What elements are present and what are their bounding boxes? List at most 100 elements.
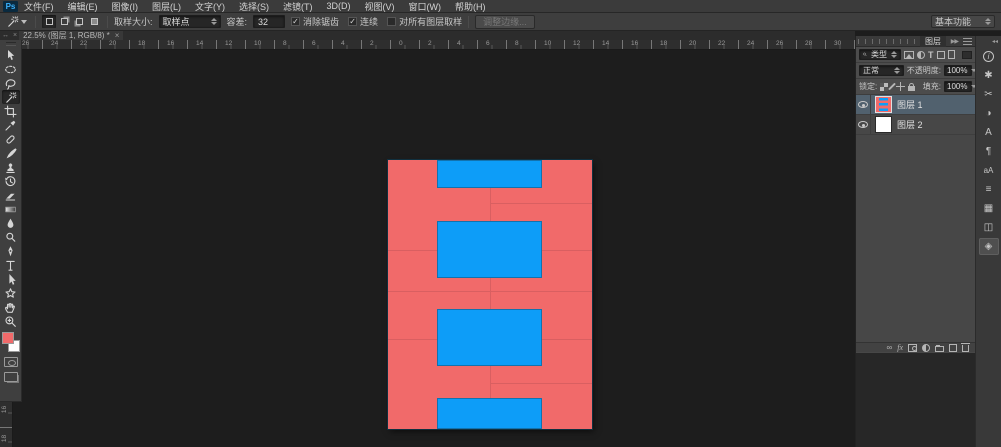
tolerance-input[interactable]: 32 xyxy=(253,15,286,28)
eye-icon[interactable] xyxy=(858,101,868,108)
gradient-tool[interactable] xyxy=(2,202,20,216)
clone-stamp-tool[interactable] xyxy=(2,160,20,174)
clone-source-panel-icon[interactable]: ▦ xyxy=(979,200,999,217)
menu-view[interactable]: 视图(V) xyxy=(365,0,395,13)
expand-panels-icon[interactable]: ◂◂ xyxy=(976,36,1001,46)
menu-layer[interactable]: 图层(L) xyxy=(152,0,181,13)
lock-transparency-icon[interactable] xyxy=(880,82,889,91)
document-tab[interactable]: 22.5% (图层 1, RGB/8) * × xyxy=(19,31,124,40)
tab-float-icon[interactable]: ↔ xyxy=(2,32,9,39)
lock-all-icon[interactable] xyxy=(908,82,916,91)
checkbox-contiguous[interactable]: ✓ 连续 xyxy=(348,15,378,28)
adjustment-layer-icon[interactable] xyxy=(922,343,930,352)
layer-row-2[interactable]: 图层 2 xyxy=(856,114,975,135)
pen-tool[interactable] xyxy=(2,244,20,258)
layers-list: 图层 1 图层 2 xyxy=(856,95,975,342)
type-filter-icon[interactable]: T xyxy=(928,50,934,60)
menu-filter[interactable]: 滤镜(T) xyxy=(283,0,313,13)
layer-group-icon[interactable] xyxy=(935,344,944,352)
menu-help[interactable]: 帮助(H) xyxy=(455,0,486,13)
layer-thumbnail[interactable] xyxy=(875,96,892,113)
crop-tool[interactable] xyxy=(2,104,20,118)
intersect-selection-button[interactable] xyxy=(87,15,101,28)
layers-panel-tab[interactable]: 图层 xyxy=(920,35,946,47)
blur-tool[interactable] xyxy=(2,216,20,230)
fill-input[interactable]: 100% xyxy=(944,81,978,92)
lasso-tool[interactable] xyxy=(2,76,20,90)
visibility-cell[interactable] xyxy=(856,95,871,115)
new-selection-button[interactable] xyxy=(42,15,56,28)
horizontal-ruler[interactable]: 26 24 22 20 18 16 14 12 10 8 6 4 2 0 2 4 6 8 10 12 14 16 18 20 2… xyxy=(13,40,855,50)
eraser-tool[interactable] xyxy=(2,188,20,202)
workspace-switcher[interactable]: 基本功能 xyxy=(931,15,995,28)
marquee-tool[interactable] xyxy=(2,62,20,76)
menu-type[interactable]: 文字(Y) xyxy=(195,0,225,13)
screen-mode-button[interactable] xyxy=(3,372,18,382)
link-layers-icon[interactable]: ∞ xyxy=(887,343,893,352)
path-selection-tool[interactable] xyxy=(2,272,20,286)
character-panel-icon[interactable]: A xyxy=(979,124,999,141)
opacity-input[interactable]: 100% xyxy=(944,65,978,76)
magic-wand-tool[interactable] xyxy=(1,90,20,104)
hand-tool[interactable] xyxy=(2,300,20,314)
subtract-from-selection-button[interactable] xyxy=(72,15,86,28)
tab-mini-close-icon[interactable]: × xyxy=(13,32,17,39)
glyphs-panel-icon[interactable]: aA xyxy=(979,162,999,179)
layer-mask-icon[interactable] xyxy=(908,343,917,352)
menu-select[interactable]: 选择(S) xyxy=(239,0,269,13)
info-panel-icon[interactable]: i xyxy=(979,48,999,65)
delete-layer-icon[interactable] xyxy=(961,343,970,352)
type-tool[interactable] xyxy=(2,258,20,272)
filter-toggle-icon[interactable] xyxy=(962,50,972,59)
paragraph-panel-icon[interactable]: ¶ xyxy=(979,143,999,160)
refine-edge-button[interactable]: 调整边缘... xyxy=(475,14,535,29)
histogram-panel-icon[interactable]: ◫ xyxy=(979,219,999,236)
layer-row-1[interactable]: 图层 1 xyxy=(856,95,975,115)
dodge-tool[interactable] xyxy=(2,230,20,244)
tab-close-icon[interactable]: × xyxy=(115,31,120,40)
smart-object-filter-icon[interactable] xyxy=(947,50,955,59)
sample-size-select[interactable]: 取样点 xyxy=(158,15,221,28)
checkbox-sample-all-layers[interactable]: 对所有图层取样 xyxy=(387,15,462,28)
lock-paint-icon[interactable] xyxy=(888,82,897,91)
pixel-filter-icon[interactable] xyxy=(904,50,914,59)
foreground-color-swatch[interactable] xyxy=(1,332,14,344)
panel-menu-icon[interactable] xyxy=(963,37,972,45)
scissors-panel-icon[interactable]: ✂ xyxy=(979,86,999,103)
shape-tool[interactable] xyxy=(2,286,20,300)
properties-panel-icon[interactable]: ≡ xyxy=(979,181,999,198)
blue-rectangle xyxy=(437,398,542,429)
move-tool[interactable] xyxy=(2,48,20,62)
toolbar-grip[interactable] xyxy=(0,40,21,48)
shape-filter-icon[interactable] xyxy=(936,50,945,59)
collapse-panel-icon[interactable]: ▶▶ xyxy=(951,38,960,45)
layer-style-icon[interactable]: fx xyxy=(897,343,903,352)
new-layer-icon[interactable] xyxy=(949,343,957,352)
masks-panel-icon[interactable]: ◑ xyxy=(979,105,999,122)
layer-thumbnail[interactable] xyxy=(875,116,892,133)
adjustments-panel-icon[interactable]: ✱ xyxy=(979,67,999,84)
layers-bottom-bar: ∞ fx xyxy=(856,342,975,352)
menu-image[interactable]: 图像(I) xyxy=(112,0,139,13)
lock-position-icon[interactable] xyxy=(896,82,906,91)
add-to-selection-button[interactable] xyxy=(57,15,71,28)
blend-mode-select[interactable]: 正常 xyxy=(859,65,904,76)
menu-threed[interactable]: 3D(D) xyxy=(327,1,351,11)
quick-mask-button[interactable] xyxy=(3,357,18,367)
menu-file[interactable]: 文件(F) xyxy=(24,0,54,13)
eye-icon[interactable] xyxy=(858,121,868,128)
healing-brush-tool[interactable] xyxy=(2,132,20,146)
history-brush-tool[interactable] xyxy=(2,174,20,188)
zoom-tool[interactable] xyxy=(2,314,20,328)
eyedropper-tool[interactable] xyxy=(2,118,20,132)
adjustment-filter-icon[interactable] xyxy=(917,50,925,59)
brush-tool[interactable] xyxy=(2,146,20,160)
canvas[interactable] xyxy=(388,160,592,429)
menu-edit[interactable]: 编辑(E) xyxy=(68,0,98,13)
menu-window[interactable]: 窗口(W) xyxy=(409,0,442,13)
visibility-cell[interactable] xyxy=(856,114,871,135)
active-tool-preview[interactable] xyxy=(4,14,29,29)
layers-panel-icon[interactable]: ◈ xyxy=(978,238,999,255)
checkbox-anti-alias[interactable]: ✓ 消除锯齿 xyxy=(291,15,339,28)
filter-kind-select[interactable]: 类型 xyxy=(859,49,901,60)
